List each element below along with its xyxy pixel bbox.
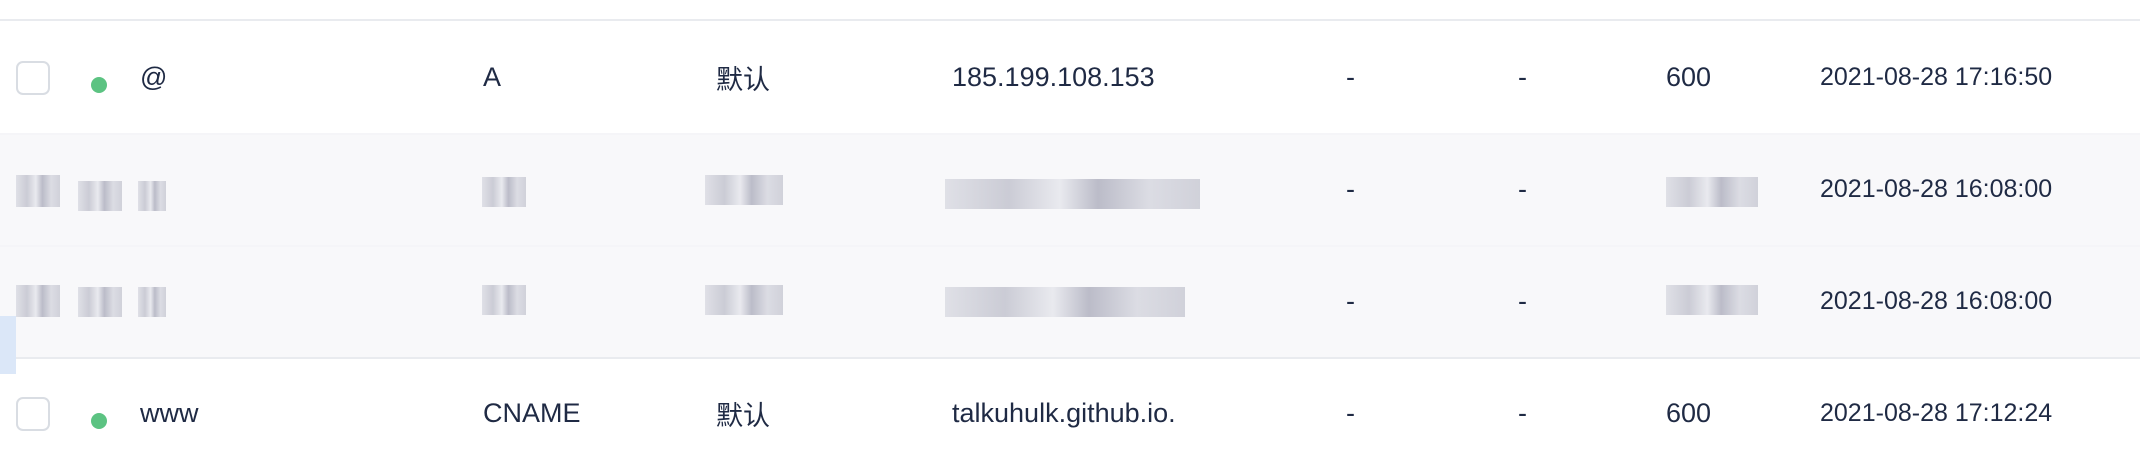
table-row[interactable]: - - 2021-08-28 16:08:00 [0, 245, 2140, 359]
ttl-cell: 600 [1666, 397, 1712, 428]
redacted-ttl [1666, 177, 1758, 207]
mx-priority-cell: - [1346, 61, 1355, 92]
updated-time-cell: 2021-08-28 16:08:00 [1820, 286, 2053, 315]
row-checkbox[interactable] [16, 61, 50, 95]
mx-priority-cell: - [1346, 173, 1355, 204]
redacted-value [945, 179, 1200, 209]
redacted-host [138, 287, 166, 317]
mx-priority-cell: - [1346, 285, 1355, 316]
dns-records-table: @ A 默认 185.199.108.153 - - 600 2021-08-2… [0, 0, 2140, 464]
record-value-cell: talkuhulk.github.io. [952, 397, 1176, 428]
updated-time-cell: 2021-08-28 16:08:00 [1820, 174, 2053, 203]
record-type-cell: A [483, 61, 502, 92]
redacted-host [138, 181, 166, 211]
weight-cell: - [1518, 173, 1527, 204]
record-type-cell: CNAME [483, 397, 581, 428]
line-cell: 默认 [716, 400, 770, 431]
table-row[interactable]: - - 2021-08-28 16:08:00 [0, 133, 2140, 247]
updated-time-cell: 2021-08-28 17:12:24 [1820, 398, 2053, 427]
status-dot-icon [91, 413, 107, 429]
host-cell: www [140, 397, 199, 428]
redacted-checkbox [16, 175, 60, 207]
redacted-type [482, 285, 526, 315]
table-row[interactable]: @ A 默认 185.199.108.153 - - 600 2021-08-2… [0, 21, 2140, 135]
ttl-cell: 600 [1666, 61, 1712, 92]
redacted-line [705, 285, 783, 315]
redacted-status [78, 181, 122, 211]
redacted-line [705, 175, 783, 205]
updated-time-cell: 2021-08-28 17:16:50 [1820, 62, 2053, 91]
status-dot-icon [91, 77, 107, 93]
host-cell: @ [140, 61, 168, 92]
weight-cell: - [1518, 285, 1527, 316]
redacted-status [78, 287, 122, 317]
mx-priority-cell: - [1346, 397, 1355, 428]
weight-cell: - [1518, 61, 1527, 92]
redacted-value [945, 287, 1185, 317]
line-cell: 默认 [716, 64, 770, 95]
redacted-checkbox [16, 285, 60, 317]
table-row[interactable]: www CNAME 默认 talkuhulk.github.io. - - 60… [0, 357, 2140, 464]
redacted-type [482, 177, 526, 207]
weight-cell: - [1518, 397, 1527, 428]
record-value-cell: 185.199.108.153 [952, 61, 1155, 92]
row-checkbox[interactable] [16, 397, 50, 431]
redacted-ttl [1666, 285, 1758, 315]
